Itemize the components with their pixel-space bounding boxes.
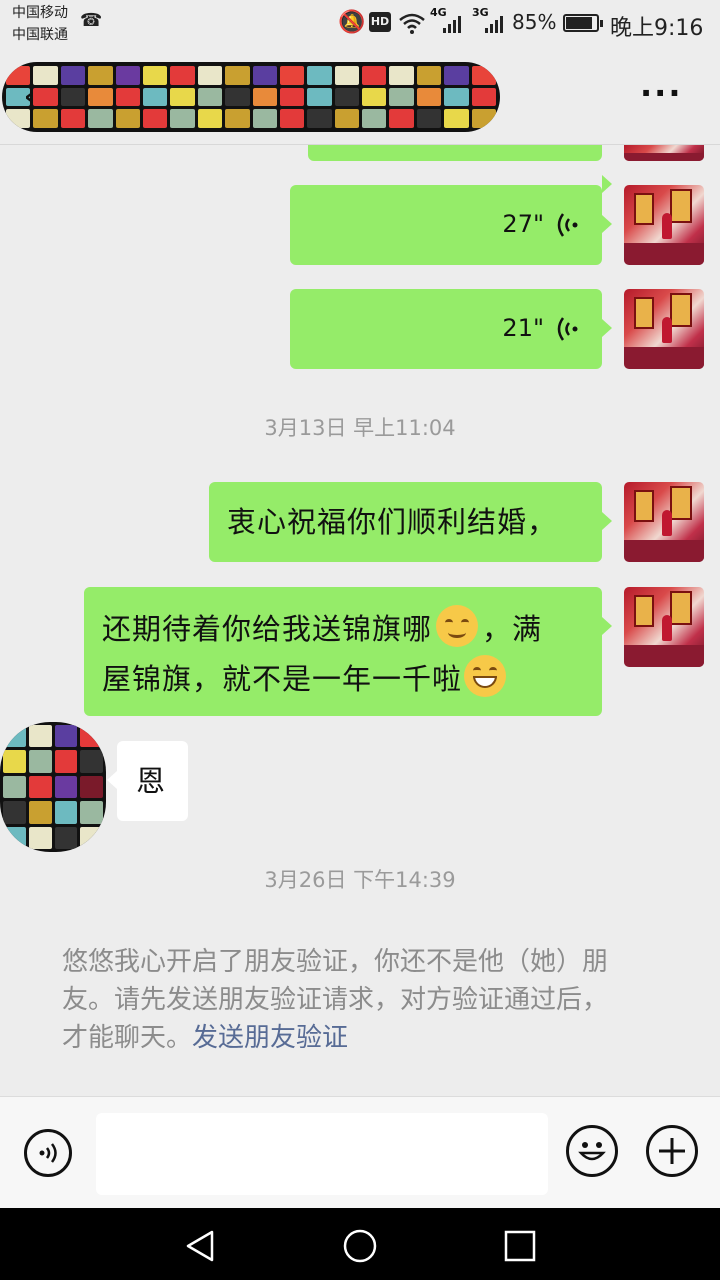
back-arrow-icon[interactable]: ‹: [24, 82, 35, 112]
smiley-face-icon: [578, 1142, 606, 1161]
system-notice-line: 才能聊天。: [62, 1023, 193, 1053]
voice-duration: 27": [502, 210, 544, 238]
nav-back-icon[interactable]: [182, 1228, 218, 1264]
nav-home-icon[interactable]: [342, 1228, 378, 1264]
message-text: 恩: [136, 764, 167, 798]
status-bar: 中国移动 中国联通 ☎ 🔕 HD 4G 3G 85% 晚上9:16: [0, 0, 720, 48]
missed-call-icon: ☎: [80, 10, 103, 31]
battery-percent: 85%: [512, 10, 557, 34]
my-avatar[interactable]: [624, 587, 704, 667]
mute-icon: 🔕: [338, 10, 366, 35]
text-message-outgoing[interactable]: 衷心祝福你们顺利结婚，: [209, 482, 612, 562]
voice-duration: 21": [502, 314, 544, 342]
chat-header: ‹ ···: [0, 48, 720, 145]
voice-wave-icon: [39, 1143, 57, 1163]
my-avatar[interactable]: [624, 185, 704, 265]
send-verification-link[interactable]: 发送朋友验证: [192, 1023, 348, 1053]
text-message-outgoing[interactable]: 还期待着你给我送锦旗哪 ，满 屋锦旗，就不是一年一千啦: [84, 587, 612, 716]
message-text-line1: 还期待着你给我送锦旗哪 ，满: [102, 603, 542, 655]
message-text: ，满: [482, 612, 543, 646]
nav-recents-icon[interactable]: [502, 1228, 538, 1264]
my-avatar-partial[interactable]: [624, 145, 704, 161]
contact-avatar-redacted[interactable]: [0, 722, 106, 852]
message-text: 还期待着你给我送锦旗哪: [102, 612, 433, 646]
system-notice-line: 悠悠我心开启了朋友验证，你还不是他（她）朋: [62, 947, 609, 977]
clock: 晚上9:16: [610, 16, 704, 41]
voice-mode-icon[interactable]: [24, 1129, 72, 1177]
timestamp: 3月13日 早上11:04: [264, 416, 456, 440]
carrier-1: 中国移动: [12, 5, 68, 21]
wifi-icon: [399, 13, 425, 34]
message-bubble-partial[interactable]: [308, 145, 612, 193]
system-notice: 悠悠我心开启了朋友验证，你还不是他（她）朋 友。请先发送朋友验证请求，对方验证通…: [62, 943, 672, 1057]
voice-wave-icon: [557, 213, 578, 237]
my-avatar[interactable]: [624, 289, 704, 369]
redacted-contact-name: [2, 62, 500, 132]
voice-message-2[interactable]: 21": [290, 289, 612, 369]
message-input[interactable]: [96, 1113, 548, 1195]
carrier-2: 中国联通: [12, 27, 68, 43]
message-text-line2: 屋锦旗，就不是一年一千啦: [102, 653, 507, 705]
signal-2-icon: [485, 16, 503, 33]
signal-1-icon: [443, 16, 461, 33]
voice-wave-icon: [557, 317, 578, 341]
more-options-icon[interactable]: ···: [640, 74, 682, 112]
emoji-icon[interactable]: [566, 1125, 618, 1177]
system-navigation-bar: [0, 1208, 720, 1280]
hd-icon: HD: [369, 12, 391, 32]
timestamp: 3月26日 下午14:39: [264, 868, 456, 892]
message-text: 屋锦旗，就不是一年一千啦: [102, 662, 463, 696]
battery-icon: [563, 14, 603, 32]
plus-icon[interactable]: [646, 1125, 698, 1177]
system-notice-line: 友。请先发送朋友验证请求，对方验证通过后，: [62, 985, 609, 1015]
text-message-incoming[interactable]: 恩: [107, 741, 188, 821]
my-avatar[interactable]: [624, 482, 704, 562]
plus-sign-icon: [659, 1138, 685, 1164]
voice-message-1[interactable]: 27": [290, 185, 612, 265]
smile-emoji-icon: [436, 605, 479, 647]
message-text: 衷心祝福你们顺利结婚，: [227, 505, 558, 539]
grin-emoji-icon: [464, 655, 507, 697]
input-bar: [0, 1096, 720, 1209]
